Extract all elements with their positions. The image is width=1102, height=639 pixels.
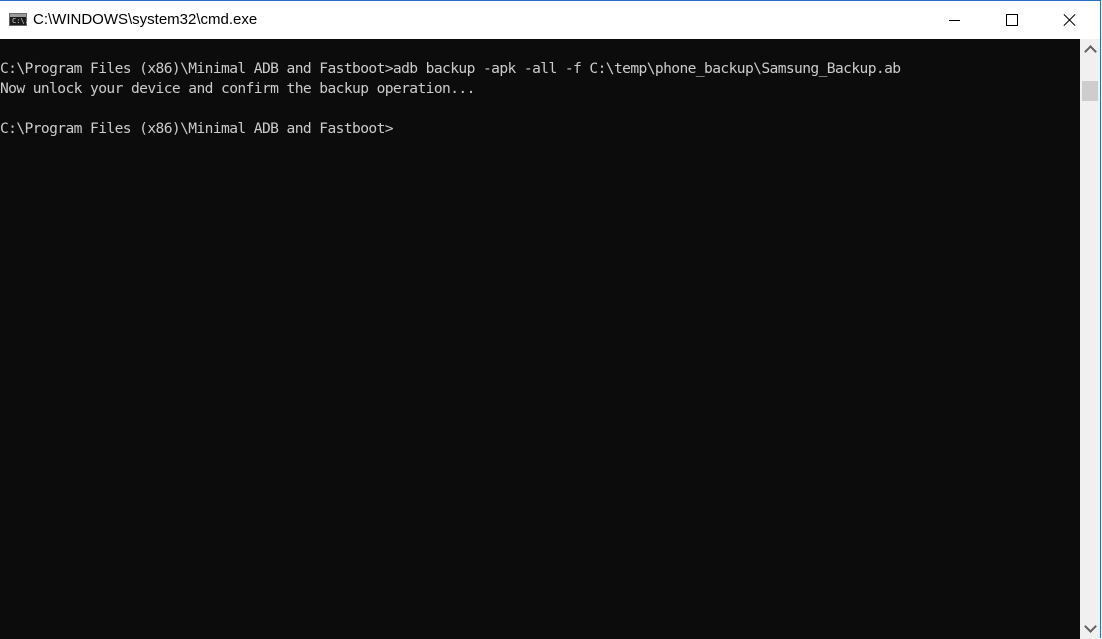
console-line-prompt[interactable]: C:\Program Files (x86)\Minimal ADB and F…: [0, 120, 394, 138]
close-button[interactable]: [1047, 1, 1093, 39]
chevron-down-icon: [1083, 620, 1097, 633]
scroll-down-button[interactable]: [1080, 619, 1100, 639]
maximize-button[interactable]: [989, 1, 1035, 39]
scroll-up-button[interactable]: [1080, 39, 1100, 59]
chevron-up-icon: [1083, 45, 1097, 58]
scrollbar-thumb[interactable]: [1082, 81, 1098, 101]
cmd-window: C:\. C:\WINDOWS\system32\cmd.exe C:\Prog…: [0, 0, 1101, 639]
vertical-scrollbar[interactable]: [1080, 39, 1100, 639]
minimize-button[interactable]: [931, 1, 977, 39]
console-line-command: C:\Program Files (x86)\Minimal ADB and F…: [0, 60, 901, 77]
window-title: C:\WINDOWS\system32\cmd.exe: [33, 11, 258, 28]
console-output[interactable]: C:\Program Files (x86)\Minimal ADB and F…: [0, 39, 1080, 639]
minimize-icon: [948, 19, 960, 21]
cmd-icon[interactable]: C:\.: [9, 13, 29, 26]
maximize-icon: [1006, 14, 1018, 26]
console-line-message: Now unlock your device and confirm the b…: [0, 80, 475, 97]
title-bar[interactable]: C:\. C:\WINDOWS\system32\cmd.exe: [0, 1, 1100, 39]
close-icon: [1063, 13, 1077, 27]
